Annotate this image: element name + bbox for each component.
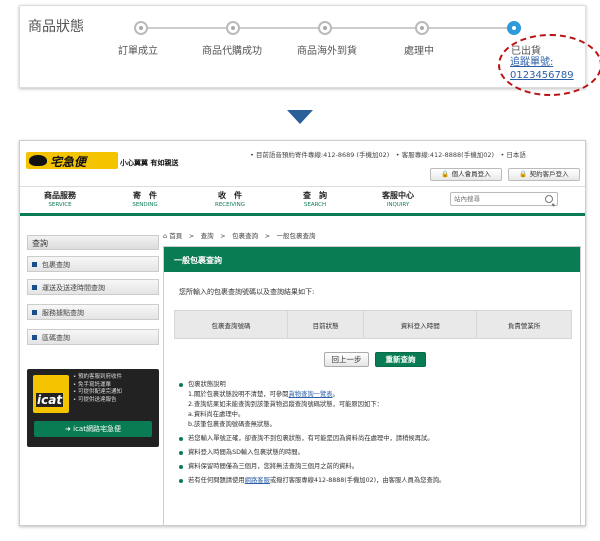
online-service-link[interactable]: 網路客服: [245, 477, 270, 484]
status-title: 商品狀態: [28, 19, 84, 35]
nav-label: 收 件: [218, 191, 242, 200]
icat-button-label: icat網路宅急便: [73, 425, 121, 433]
sidebar-item-delivery-time[interactable]: 運送及送達時間查詢: [27, 279, 159, 295]
nav-sending[interactable]: 寄 件 SENDING: [110, 190, 180, 208]
step-label-1: 訂單成立: [118, 46, 158, 57]
nav-inquiry[interactable]: 客服中心 INQUIRY: [363, 190, 433, 208]
sidebar-item-label: 服務據點查詢: [42, 309, 84, 317]
step-dot-current: [507, 21, 521, 35]
step-dot-2: [226, 21, 240, 35]
site-search-input[interactable]: [451, 193, 531, 205]
nav-label: 寄 件: [133, 191, 157, 200]
note-text: 或撥打客服專線412-8888(手機加02)，由客服人員為您查詢。: [269, 477, 446, 484]
nav-sublabel: INQUIRY: [386, 202, 410, 208]
step-dot-4: [415, 21, 429, 35]
icat-features: • 預約客服到府收件 • 免手寫託運單 • 可提供配達完通知 • 可提供送達報告: [73, 374, 122, 404]
sidebar-item-label: 運送及送達時間查詢: [42, 284, 105, 292]
highlight-oval: [498, 34, 600, 96]
down-arrow-icon: [287, 110, 313, 124]
sidebar-title: 查詢: [27, 235, 159, 250]
nav-sublabel: RECEIVING: [215, 202, 245, 208]
site-search-box: [450, 192, 558, 206]
tagline: 小心翼翼 有如親送: [120, 159, 179, 167]
list-item: 資料保留時間僅為三個月，您將無法查詢三個月之前的資料。: [176, 462, 576, 472]
bullet-icon: [32, 285, 37, 290]
icat-feature: • 可提供配達完通知: [73, 389, 122, 395]
nav-label: 商品服務: [44, 191, 76, 200]
note-text: a.資料尚在處理中。: [188, 411, 245, 418]
member-login-button[interactable]: 🔒 個人會員登入: [430, 168, 502, 181]
sidebar-item-label: 包裹查詢: [42, 261, 70, 269]
breadcrumb: ⌂ 首頁 > 查詢 > 包裹查詢 > 一般包裹查詢: [163, 230, 316, 240]
logo-text: 宅急便: [50, 155, 87, 169]
column-header: 負責營業所: [476, 310, 572, 339]
note-text: 。: [332, 391, 339, 398]
member-login-label: 個人會員登入: [451, 170, 491, 178]
back-button[interactable]: 回上一步: [324, 352, 369, 367]
list-item: 若您輸入單號正確，卻查詢不到包裹狀態，有可能是因為資料尚在處理中，請稍候再試。: [176, 434, 576, 444]
arrow-circle-icon: ➜: [65, 425, 74, 433]
note-text: b.該筆包裹查詢號碼查無狀態。: [188, 421, 276, 428]
nav-receiving[interactable]: 收 件 RECEIVING: [195, 190, 265, 208]
result-table: 包裹查詢號碼 目前狀態 資料登入時間 負責營業所: [173, 310, 572, 339]
icat-logo-text: icat: [36, 393, 64, 407]
nav-sublabel: SERVICE: [48, 202, 72, 208]
note-line: 1.關於包裹狀態說明不清楚，可參閱貨物查詢一覽表。: [188, 390, 576, 400]
contract-login-button[interactable]: 🔒 契約客戶登入: [508, 168, 580, 181]
requery-button[interactable]: 重新查詢: [375, 352, 426, 367]
logo[interactable]: 宅急便: [26, 152, 118, 169]
nav-sublabel: SENDING: [132, 202, 158, 208]
icat-logo: icat: [33, 375, 69, 413]
top-info-links[interactable]: • 目前語音預約寄件專線:412-8689 (手機加02) • 客服專線:412…: [250, 149, 526, 159]
bullet-icon: [32, 262, 37, 267]
step-label-3: 商品海外到貨: [297, 46, 357, 57]
icat-feature: • 免手寫託運單: [73, 381, 111, 388]
nav-label: 客服中心: [382, 191, 414, 200]
panel-title: 一般包裹查詢: [164, 247, 580, 272]
note-text: 包裹狀態說明: [188, 381, 226, 388]
note-text: 若有任何問題請使用: [188, 477, 245, 484]
icat-feature: • 預約客服到府收件: [73, 374, 122, 380]
step-label-2: 商品代購成功: [202, 46, 262, 57]
list-item: 資料登入時間為SD輸入包裹狀態的時間。: [176, 448, 576, 458]
search-icon[interactable]: [545, 195, 553, 203]
icat-promo: icat • 預約客服到府收件 • 免手寫託運單 • 可提供配達完通知 • 可提…: [27, 369, 159, 447]
note-text: 1.關於包裹狀態說明不清楚，可參閱: [188, 391, 289, 398]
shipment-status-link[interactable]: 貨物查詢一覽表: [288, 391, 332, 398]
icat-feature: • 可提供送達報告: [73, 396, 117, 403]
bullet-icon: [32, 335, 37, 340]
nav-sublabel: SEARCH: [303, 202, 327, 208]
website-screenshot: 宅急便 小心翼翼 有如親送 • 目前語音預約寄件專線:412-8689 (手機加…: [19, 140, 586, 526]
nav-service[interactable]: 商品服務 SERVICE: [25, 190, 95, 208]
notes-list: 包裹狀態說明 1.關於包裹狀態說明不清楚，可參閱貨物查詢一覽表。 2.查詢結果如…: [176, 380, 576, 490]
lock-icon: 🔒: [441, 170, 452, 178]
note-text: 2.查詢結果如未能查詢到該筆貨物追蹤查詢號碼狀態，可能原因如下：: [188, 401, 383, 408]
list-item: 包裹狀態說明 1.關於包裹狀態說明不清楚，可參閱貨物查詢一覽表。 2.查詢結果如…: [176, 380, 576, 430]
nav-label: 查 詢: [303, 191, 327, 200]
nav-search[interactable]: 查 詢 SEARCH: [280, 190, 350, 208]
query-result-panel: 一般包裹查詢 您所輸入的包裹查詢號碼以及查詢結果如下: 包裹查詢號碼 目前狀態 …: [163, 246, 581, 525]
bullet-icon: [32, 310, 37, 315]
step-label-4: 處理中: [404, 46, 434, 57]
sidebar-item-package-query[interactable]: 包裹查詢: [27, 256, 159, 272]
lock-icon: 🔒: [519, 170, 530, 178]
column-header: 包裹查詢號碼: [173, 310, 289, 339]
column-header: 資料登入時間: [363, 310, 478, 339]
step-dot-3: [318, 21, 332, 35]
step-dot-1: [134, 21, 148, 35]
order-status-panel: 商品狀態 訂單成立 商品代購成功 商品海外到貨 處理中 已出貨 追蹤單號: 01…: [19, 5, 600, 96]
contract-login-label: 契約客戶登入: [529, 170, 569, 178]
sidebar-item-area-code[interactable]: 區碼查詢: [27, 329, 159, 345]
cat-logo-icon: [29, 155, 47, 166]
list-item: 若有任何問題請使用網路客服或撥打客服專線412-8888(手機加02)，由客服人…: [176, 476, 576, 486]
breadcrumb-text[interactable]: 首頁 > 查詢 > 包裹查詢 > 一般包裹查詢: [169, 232, 315, 240]
sidebar-item-service-points[interactable]: 服務據點查詢: [27, 304, 159, 320]
result-intro: 您所輸入的包裹查詢號碼以及查詢結果如下:: [179, 288, 315, 296]
sidebar-item-label: 區碼查詢: [42, 334, 70, 342]
main-nav: 商品服務 SERVICE 寄 件 SENDING 收 件 RECEIVING 查 詢 S…: [20, 186, 585, 216]
column-header: 目前狀態: [287, 310, 365, 339]
icat-online-button[interactable]: ➜ icat網路宅急便: [34, 421, 152, 437]
